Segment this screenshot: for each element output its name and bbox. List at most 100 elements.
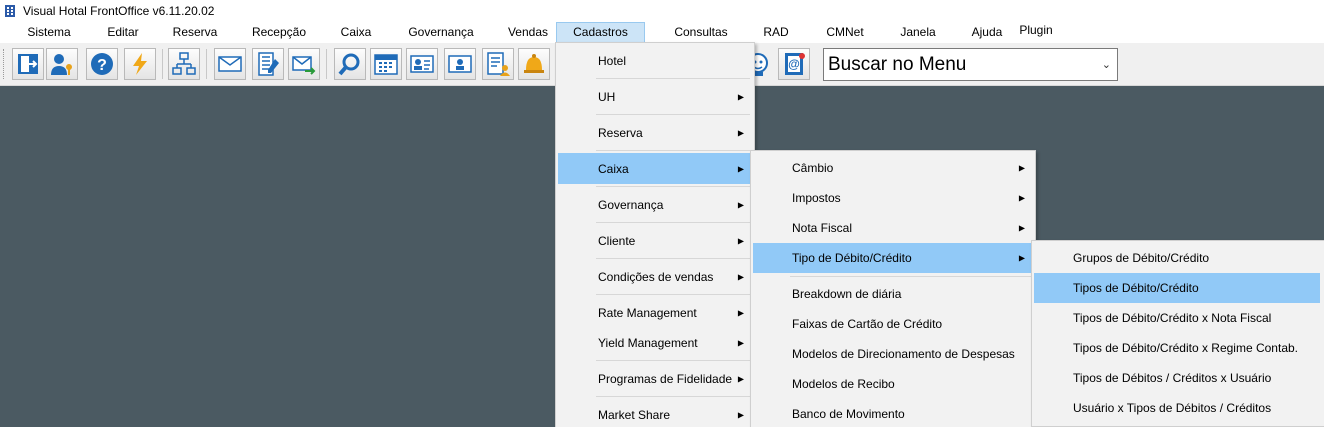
chevron-right-icon: ▶ xyxy=(1018,253,1025,263)
cadastros-item-yield-management[interactable]: Yield Management ▶ xyxy=(558,327,752,358)
cadastros-item-hotel[interactable]: Hotel xyxy=(558,45,752,76)
menu-recepcao[interactable]: Recepção xyxy=(242,22,316,43)
calendar-icon xyxy=(374,54,398,75)
tipo-item-tipos-x-nota-fiscal[interactable]: Tipos de Débito/Crédito x Nota Fiscal xyxy=(1034,303,1322,333)
chevron-right-icon: ▶ xyxy=(1018,223,1025,233)
menu-janela[interactable]: Janela xyxy=(892,22,944,43)
mail-icon xyxy=(218,56,242,72)
hotel-app-icon xyxy=(3,4,17,18)
window-title: Visual Hotal FrontOffice v6.11.20.02 xyxy=(23,4,215,18)
lightning-icon xyxy=(133,53,147,75)
cadastros-item-condicoes-de-vendas[interactable]: Condições de vendas ▶ xyxy=(558,261,752,292)
cadastros-item-programas-de-fidelidade[interactable]: Programas de Fidelidade ▶ xyxy=(558,363,752,394)
mail-button[interactable] xyxy=(214,48,246,80)
guest-card-button[interactable] xyxy=(406,48,438,80)
cadastros-item-market-share[interactable]: Market Share ▶ xyxy=(558,399,752,427)
chevron-right-icon: ▶ xyxy=(737,236,744,245)
caixa-submenu: Câmbio ▶ Impostos ▶ Nota Fiscal ▶ Tipo de D… xyxy=(750,150,1036,427)
svg-text:?: ? xyxy=(97,57,107,74)
building-calc-icon xyxy=(258,52,279,76)
cadastros-item-caixa[interactable]: Caixa ▶ xyxy=(558,153,752,184)
caixa-item-modelos-de-direcionamento[interactable]: Modelos de Direcionamento de Despesas xyxy=(753,339,1033,369)
chevron-right-icon: ▶ xyxy=(1018,193,1025,203)
chevron-right-icon: ▶ xyxy=(737,272,744,281)
menu-governanca[interactable]: Governança xyxy=(398,22,484,43)
user-key-icon xyxy=(51,54,72,75)
chevron-right-icon: ▶ xyxy=(737,308,744,317)
lightning-button[interactable] xyxy=(124,48,156,80)
caixa-item-cambio[interactable]: Câmbio ▶ xyxy=(753,153,1033,183)
caixa-item-tipo-de-debito-credito[interactable]: Tipo de Débito/Crédito ▶ xyxy=(753,243,1033,273)
guest-card-alt-icon xyxy=(448,55,472,73)
building-calc-button[interactable] xyxy=(252,48,284,80)
cadastros-item-rate-management[interactable]: Rate Management ▶ xyxy=(558,297,752,328)
caixa-item-breakdown-de-diaria[interactable]: Breakdown de diária xyxy=(753,279,1033,309)
cadastros-dropdown: Hotel UH ▶ Reserva ▶ Caixa ▶ Governança ▶ Cl… xyxy=(555,42,755,427)
checklist-user-icon xyxy=(487,52,510,76)
chevron-right-icon: ▶ xyxy=(737,92,744,101)
menu-ajuda[interactable]: Ajuda xyxy=(962,22,1012,43)
checklist-user-button[interactable] xyxy=(482,48,514,80)
menu-sistema[interactable]: Sistema xyxy=(16,22,82,43)
search-button[interactable] xyxy=(334,48,366,80)
mail-forward-icon xyxy=(292,56,316,75)
org-chart-icon xyxy=(172,52,196,75)
help-icon: ? xyxy=(91,53,113,75)
bell-icon xyxy=(524,54,544,73)
menu-rad[interactable]: RAD xyxy=(756,22,796,43)
menu-search-value: Buscar no Menu xyxy=(828,54,967,75)
menu-vendas[interactable]: Vendas xyxy=(500,22,556,43)
menu-plugin[interactable]: Plugin xyxy=(1012,20,1060,41)
menu-reserva[interactable]: Reserva xyxy=(164,22,226,43)
caixa-item-modelos-de-recibo[interactable]: Modelos de Recibo xyxy=(753,369,1033,399)
menu-cadastros[interactable]: Cadastros xyxy=(556,22,645,43)
mail-forward-button[interactable] xyxy=(288,48,320,80)
exit-door-button[interactable] xyxy=(12,48,44,80)
chevron-right-icon: ▶ xyxy=(737,164,744,173)
guest-card-icon xyxy=(410,55,434,73)
title-bar: Visual Hotal FrontOffice v6.11.20.02 xyxy=(0,0,1324,22)
menu-search-combobox[interactable]: Buscar no Menu ⌄ xyxy=(823,48,1118,81)
caixa-item-banco-de-movimento[interactable]: Banco de Movimento xyxy=(753,399,1033,427)
cadastros-item-uh[interactable]: UH ▶ xyxy=(558,81,752,112)
toolbar-grip[interactable] xyxy=(3,49,7,79)
email-book-button[interactable]: @ xyxy=(778,48,810,80)
tipo-debito-credito-submenu: Grupos de Débito/Crédito Tipos de Débito… xyxy=(1031,240,1324,427)
caixa-item-faixas-de-cartao[interactable]: Faixas de Cartão de Crédito xyxy=(753,309,1033,339)
exit-door-icon xyxy=(18,54,38,74)
cadastros-item-reserva[interactable]: Reserva ▶ xyxy=(558,117,752,148)
tipo-item-tipos-x-regime-contab[interactable]: Tipos de Débito/Crédito x Regime Contab. xyxy=(1034,333,1322,363)
cadastros-item-governanca[interactable]: Governança ▶ xyxy=(558,189,752,220)
menu-editar[interactable]: Editar xyxy=(96,22,150,43)
svg-text:@: @ xyxy=(788,57,800,71)
caixa-item-nota-fiscal[interactable]: Nota Fiscal ▶ xyxy=(753,213,1033,243)
bell-button[interactable] xyxy=(518,48,550,80)
toolbar-separator xyxy=(162,49,163,79)
email-book-icon: @ xyxy=(785,53,805,75)
toolbar-separator xyxy=(206,49,207,79)
chevron-right-icon: ▶ xyxy=(737,128,744,137)
caixa-item-impostos[interactable]: Impostos ▶ xyxy=(753,183,1033,213)
org-chart-button[interactable] xyxy=(168,48,200,80)
tipo-item-grupos-de-debito-credito[interactable]: Grupos de Débito/Crédito xyxy=(1034,243,1322,273)
tipo-item-usuario-x-tipos[interactable]: Usuário x Tipos de Débitos / Créditos xyxy=(1034,393,1322,423)
menu-consultas[interactable]: Consultas xyxy=(664,22,738,43)
chevron-right-icon: ▶ xyxy=(737,374,744,383)
search-icon xyxy=(338,53,360,76)
toolbar-separator xyxy=(326,49,327,79)
user-key-button[interactable] xyxy=(46,48,78,80)
chevron-down-icon[interactable]: ⌄ xyxy=(1102,58,1111,71)
menu-caixa[interactable]: Caixa xyxy=(332,22,380,43)
help-button[interactable]: ? xyxy=(86,48,118,80)
menu-bar: Sistema Editar Reserva Recepção Caixa Go… xyxy=(0,22,1324,43)
cadastros-item-cliente[interactable]: Cliente ▶ xyxy=(558,225,752,256)
menu-cmnet[interactable]: CMNet xyxy=(816,22,874,43)
chevron-right-icon: ▶ xyxy=(1018,163,1025,173)
chevron-right-icon: ▶ xyxy=(737,410,744,419)
chevron-right-icon: ▶ xyxy=(737,338,744,347)
guest-card-alt-button[interactable] xyxy=(444,48,476,80)
tipo-item-tipos-de-debito-credito[interactable]: Tipos de Débito/Crédito xyxy=(1034,273,1320,303)
calendar-button[interactable] xyxy=(370,48,402,80)
chevron-right-icon: ▶ xyxy=(737,200,744,209)
tipo-item-tipos-x-usuario[interactable]: Tipos de Débitos / Créditos x Usuário xyxy=(1034,363,1322,393)
